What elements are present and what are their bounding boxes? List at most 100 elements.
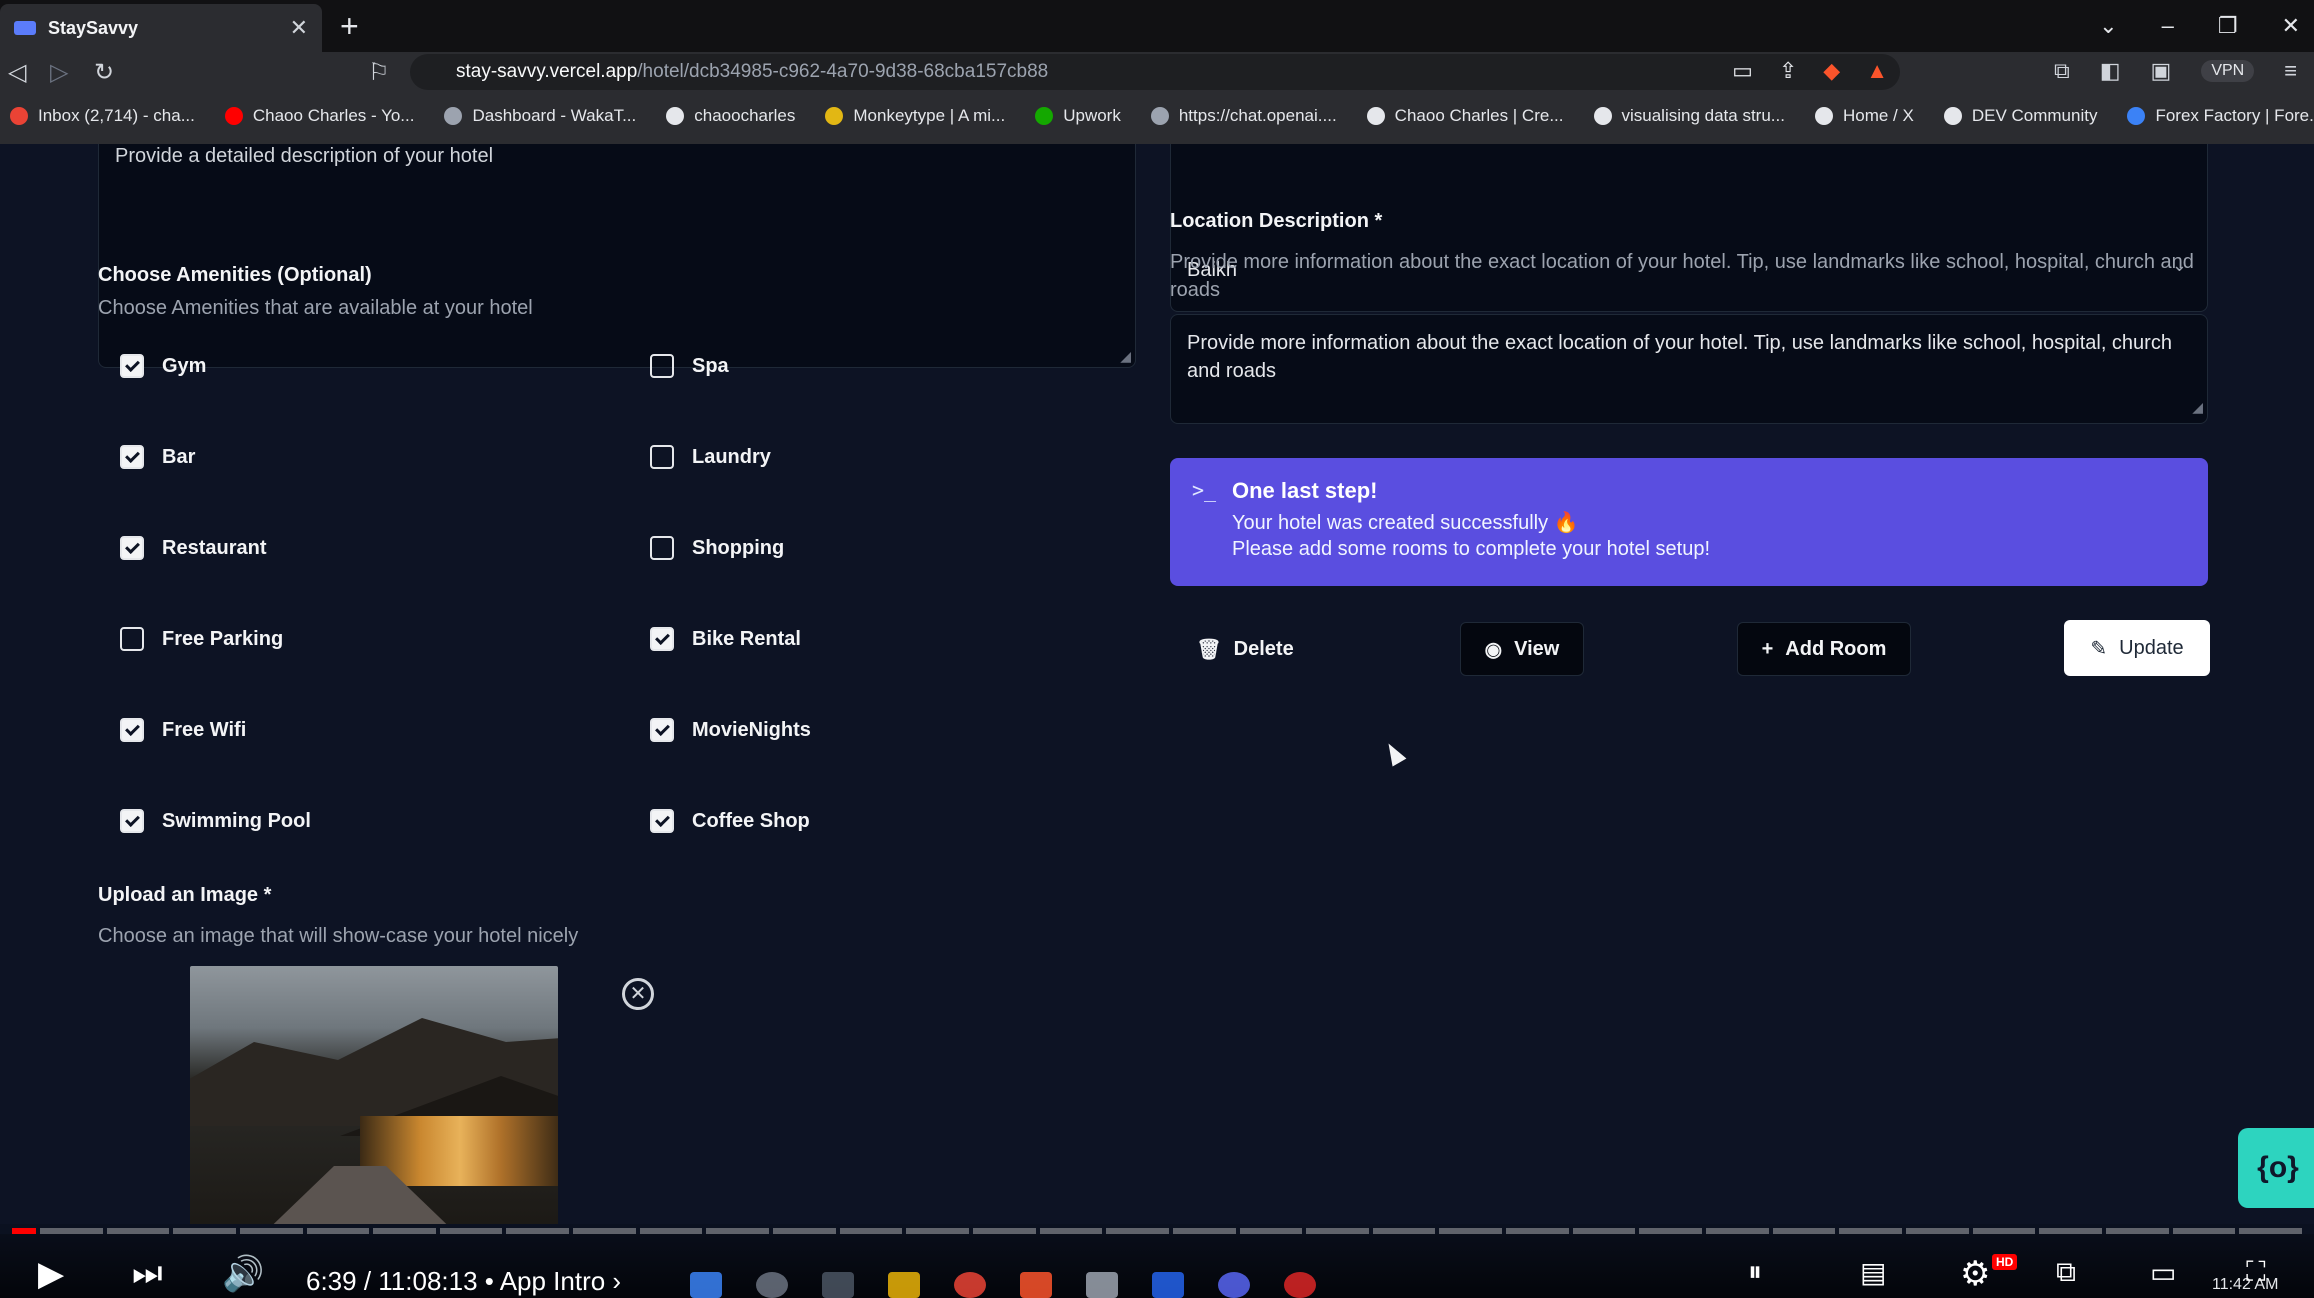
amenity-label: Swimming Pool [162,809,311,832]
bookmark-item[interactable]: Forex Factory | Fore... [2127,106,2314,126]
back-icon[interactable]: ◁ [8,58,26,87]
restore-window-icon[interactable]: ❐ [2218,13,2238,39]
fullscreen-icon[interactable]: ⛶ [2246,1256,2266,1289]
terminal-icon: >_ [1192,478,1217,502]
amenity-checkbox-item[interactable]: Gym [120,354,206,378]
discord-icon[interactable] [1218,1272,1250,1298]
new-tab-button[interactable]: + [340,8,359,44]
bookmark-item[interactable]: https://chat.openai.... [1150,106,1337,126]
brave-icon[interactable] [1020,1272,1052,1298]
brave-shields-icon[interactable]: ◆ [1823,58,1840,84]
chrome-icon[interactable] [954,1272,986,1298]
amenity-checkbox[interactable] [120,627,144,651]
url-host: stay-savvy.vercel.app [456,61,638,82]
bookmark-item[interactable]: Monkeytype | A mi... [825,106,1005,126]
bookmark-label: Monkeytype | A mi... [853,106,1006,125]
delete-button[interactable]: 🗑 Delete [1190,622,1300,676]
amenity-checkbox-item[interactable]: Spa [650,354,729,378]
bookmark-item[interactable]: Home / X [1814,106,1914,126]
sidebar-icon[interactable]: ◧ [2100,58,2121,84]
amenity-checkbox[interactable] [120,445,144,469]
address-bar[interactable]: stay-savvy.vercel.app/hotel/dcb34985-c96… [410,54,1900,90]
brave-rewards-icon[interactable]: ▲ [1866,58,1888,84]
amenity-checkbox-item[interactable]: MovieNights [650,718,811,742]
search-icon[interactable] [756,1272,788,1298]
bookmark-favicon-icon [1366,107,1385,125]
calculator-icon[interactable] [1086,1272,1118,1298]
remove-image-icon[interactable]: ✕ [622,978,654,1010]
browser-tab-staysavvy[interactable]: StaySavvy ✕ [0,4,322,52]
amenity-checkbox-item[interactable]: Coffee Shop [650,809,810,833]
amenity-checkbox-item[interactable]: Free Parking [120,627,283,651]
amenity-checkbox-item[interactable]: Free Wifi [120,718,246,742]
amenity-checkbox-item[interactable]: Bike Rental [650,627,801,651]
play-icon[interactable]: ▶ [38,1254,64,1294]
bookmark-item[interactable]: Chaoo Charles - Yo... [224,106,414,126]
amenity-checkbox-item[interactable]: Shopping [650,536,784,560]
bookmark-item[interactable]: visualising data stru... [1593,106,1785,126]
reader-mode-icon[interactable]: ▭ [1732,58,1753,84]
volume-icon[interactable]: 🔊 [222,1254,264,1294]
bookmark-item[interactable]: chaoocharles [666,106,795,126]
vpn-button[interactable]: VPN [2201,60,2255,82]
add-room-button[interactable]: + Add Room [1737,622,1911,676]
bookmark-page-icon[interactable]: ⚐ [368,58,390,87]
browser-tab-strip: StaySavvy ✕ + ⌄ – ❐ ✕ [0,0,2314,52]
autoplay-toggle-icon[interactable]: ⏸ [1748,1256,1762,1289]
theater-mode-icon[interactable]: ▭ [2150,1256,2176,1289]
menu-icon[interactable]: ≡ [2284,58,2297,84]
amenity-checkbox[interactable] [650,445,674,469]
location-description-textarea[interactable]: Provide more information about the exact… [1170,314,2208,424]
tab-title: StaySavvy [48,17,139,38]
bookmark-item[interactable]: Dashboard - WakaT... [444,106,636,126]
forward-icon[interactable]: ▷ [50,58,68,87]
settings-gear-icon[interactable]: ⚙ [1960,1254,1990,1294]
amenity-checkbox[interactable] [650,536,674,560]
bookmark-item[interactable]: Chaoo Charles | Cre... [1366,106,1564,126]
amenity-checkbox[interactable] [650,354,674,378]
vscode-icon[interactable] [1152,1272,1184,1298]
amenity-checkbox[interactable] [650,627,674,651]
amenity-checkbox[interactable] [650,718,674,742]
amenity-checkbox[interactable] [120,354,144,378]
view-button[interactable]: ◉ View [1460,622,1584,676]
tab-search-chevron-icon[interactable]: ⌄ [2099,13,2117,39]
amenity-checkbox-item[interactable]: Bar [120,445,195,469]
bookmark-item[interactable]: DEV Community [1943,106,2097,126]
subtitles-icon[interactable]: ▤ [1860,1256,1886,1289]
start-icon[interactable] [690,1272,722,1298]
bookmark-favicon-icon [1150,107,1169,125]
desktop-taskbar [690,1272,1316,1298]
wallet-icon[interactable]: ▣ [2151,58,2172,84]
amenity-checkbox-item[interactable]: Restaurant [120,536,266,560]
amenity-checkbox-item[interactable]: Swimming Pool [120,809,311,833]
bookmark-item[interactable]: Upwork [1035,106,1121,126]
close-window-icon[interactable]: ✕ [2282,13,2300,39]
extensions-icon[interactable]: ⧉ [2054,58,2070,84]
minimize-window-icon[interactable]: – [2162,13,2174,39]
hotel-description-textarea[interactable]: Provide a detailed description of your h… [98,144,1136,368]
amenity-checkbox[interactable] [120,536,144,560]
reload-icon[interactable]: ↻ [94,58,114,87]
close-tab-icon[interactable]: ✕ [290,15,308,41]
task-view-icon[interactable] [822,1272,854,1298]
next-video-icon[interactable]: ⏭ [132,1254,163,1293]
bookmark-item[interactable]: Inbox (2,714) - cha... [10,106,195,126]
chapter-label[interactable]: • App Intro [485,1266,605,1296]
file-explorer-icon[interactable] [888,1272,920,1298]
amenity-checkbox-item[interactable]: Laundry [650,445,771,469]
resize-handle-icon[interactable]: ◢ [1120,348,1131,365]
miniplayer-icon[interactable]: ⧉ [2056,1256,2076,1289]
amenity-label: Bar [162,445,196,468]
dev-tools-floating-icon[interactable]: {o} [2238,1128,2314,1208]
share-icon[interactable]: ⇪ [1779,58,1797,84]
amenity-checkbox[interactable] [120,718,144,742]
alert-title: One last step! [1232,478,1378,503]
update-button[interactable]: ✎ Update [2064,620,2210,676]
amenity-checkbox[interactable] [120,809,144,833]
app-icon[interactable] [1284,1272,1316,1298]
amenity-checkbox[interactable] [650,809,674,833]
bookmark-label: Chaoo Charles | Cre... [1394,106,1564,125]
resize-handle-icon[interactable]: ◢ [2192,393,2203,421]
location-description-label: Location Description * [1170,210,1383,232]
